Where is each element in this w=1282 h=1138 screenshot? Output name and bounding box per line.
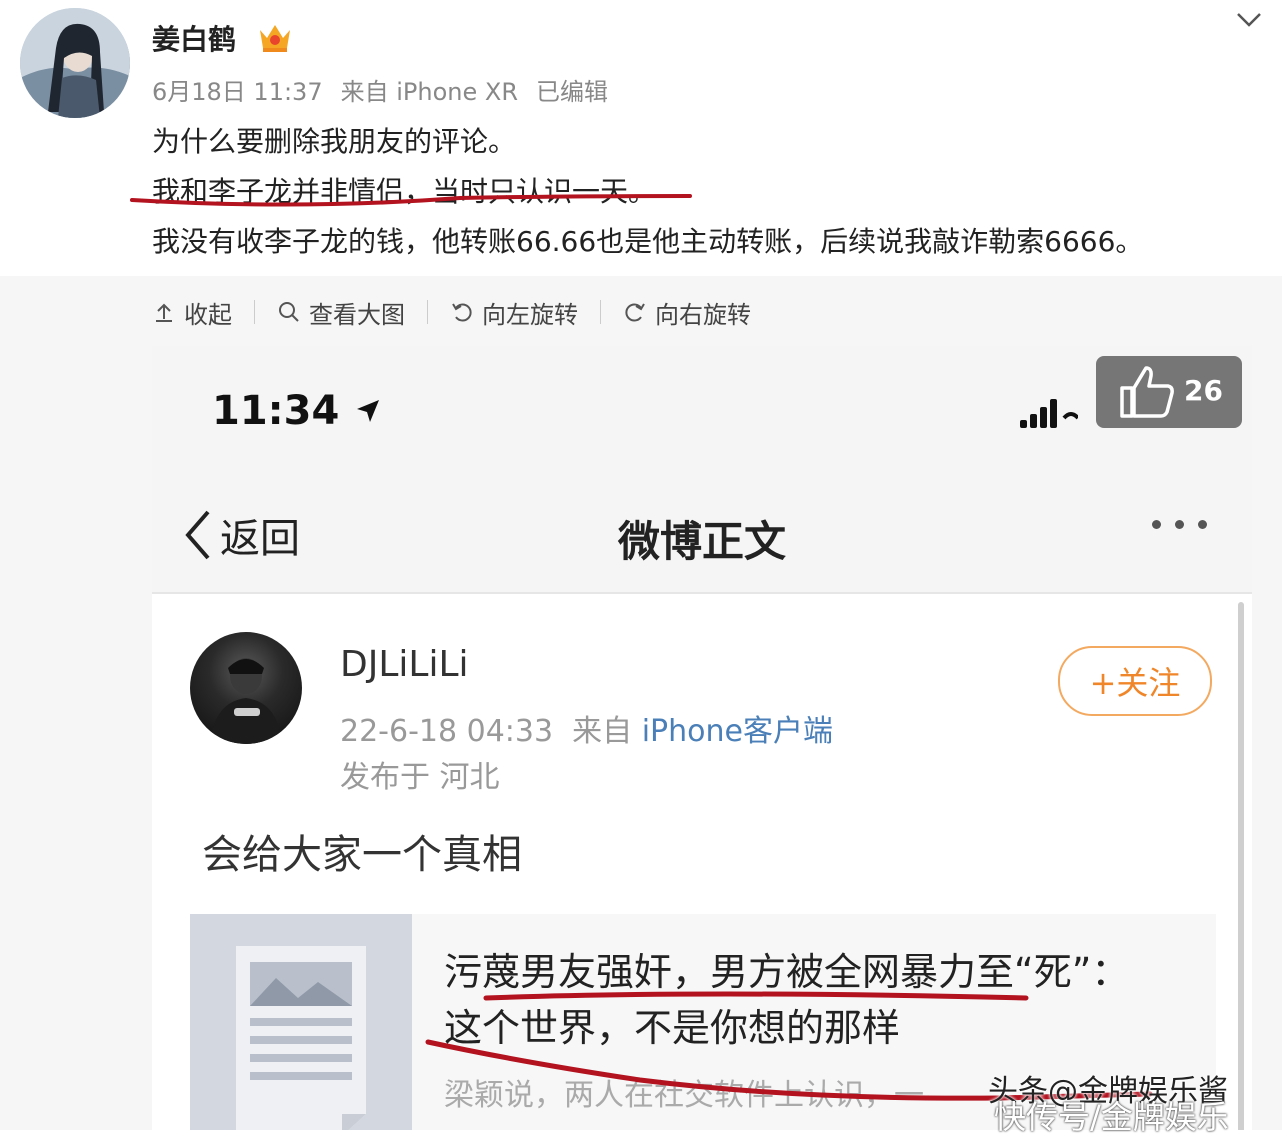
more-options-button[interactable]	[1152, 520, 1207, 529]
vip-crown-icon	[256, 20, 294, 54]
post-card: DJLiLiLi 22-6-18 04:33 来自 iPhone客户端 发布于 …	[152, 594, 1252, 1130]
status-time-text: 11:34	[212, 388, 340, 434]
more-dot-icon	[1175, 520, 1184, 529]
rotate-left-button[interactable]: 向左旋转	[450, 295, 578, 330]
post-text-line: 为什么要删除我朋友的评论。	[152, 125, 517, 158]
author-avatar[interactable]	[190, 632, 302, 744]
post-edited-badge: 已编辑	[536, 78, 608, 106]
collapse-button[interactable]: 收起	[152, 295, 232, 330]
embedded-screenshot[interactable]: 11:34 26 返回 微博正文 DJLiLiLi 22-6-18 04:33 …	[152, 346, 1252, 1130]
post-meta: 6月18日 11:37 来自 iPhone XR 已编辑	[152, 72, 626, 107]
document-image-icon	[236, 946, 366, 1130]
toolbar-divider	[254, 300, 255, 324]
more-dot-icon	[1198, 520, 1207, 529]
like-count: 26	[1184, 374, 1223, 407]
page-title: 微博正文	[617, 517, 786, 566]
view-large-button[interactable]: 查看大图	[277, 295, 405, 330]
source-prefix: 来自	[572, 714, 633, 749]
post-source: 来自 iPhone XR	[340, 78, 518, 106]
rotate-left-label: 向左旋转	[482, 300, 578, 329]
post-text-line: 我和李子龙并非情侣，当时只认识一天。	[152, 175, 657, 208]
post-location: 发布于 河北	[340, 760, 500, 795]
toolbar-divider	[600, 300, 601, 324]
author-meta: 22-6-18 04:33 来自 iPhone客户端	[340, 706, 833, 750]
author-name[interactable]: DJLiLiLi	[340, 644, 469, 685]
article-description: 梁颖说，两人在社交软件上认识，一	[444, 1078, 924, 1113]
post-text-line: 我没有收李子龙的钱，他转账66.66也是他主动转账，后续说我敲诈勒索6666。	[152, 225, 1144, 258]
article-thumbnail	[190, 914, 412, 1130]
rotate-left-icon	[452, 303, 472, 322]
thumbs-up-icon	[1120, 366, 1174, 418]
scrollbar[interactable]	[1238, 602, 1244, 1130]
cell-signal-icon	[1018, 396, 1080, 434]
image-toolbar: 收起 查看大图 向左旋转 向右旋转	[152, 292, 751, 332]
collapse-icon	[156, 303, 172, 322]
user-avatar[interactable]	[20, 8, 130, 118]
post-username[interactable]: 姜白鹤	[152, 18, 236, 58]
status-time: 11:34	[212, 388, 383, 434]
rotate-right-icon	[625, 303, 645, 322]
location-arrow-icon	[357, 400, 380, 422]
collapse-label: 收起	[184, 300, 232, 329]
rotate-right-label: 向右旋转	[655, 300, 751, 329]
article-title: 污蔑男友强奸，男方被全网暴力至“死”：这个世界，不是你想的那样	[444, 950, 1130, 1050]
watermark-kuaichuan: 快传号/金牌娱乐	[994, 1098, 1229, 1136]
toolbar-divider	[427, 300, 428, 324]
view-large-label: 查看大图	[309, 300, 405, 329]
more-dot-icon	[1152, 520, 1161, 529]
post-date: 6月18日 11:37	[152, 78, 323, 106]
like-button[interactable]: 26	[1096, 356, 1242, 428]
follow-button[interactable]: +关注	[1058, 646, 1212, 716]
source-client-link[interactable]: iPhone客户端	[642, 714, 833, 749]
rotate-right-button[interactable]: 向右旋转	[623, 295, 751, 330]
search-icon	[279, 302, 299, 322]
post-datetime: 22-6-18 04:33	[340, 714, 554, 749]
chevron-down-icon[interactable]	[1234, 8, 1264, 32]
post-body: 会给大家一个真相	[202, 832, 522, 878]
